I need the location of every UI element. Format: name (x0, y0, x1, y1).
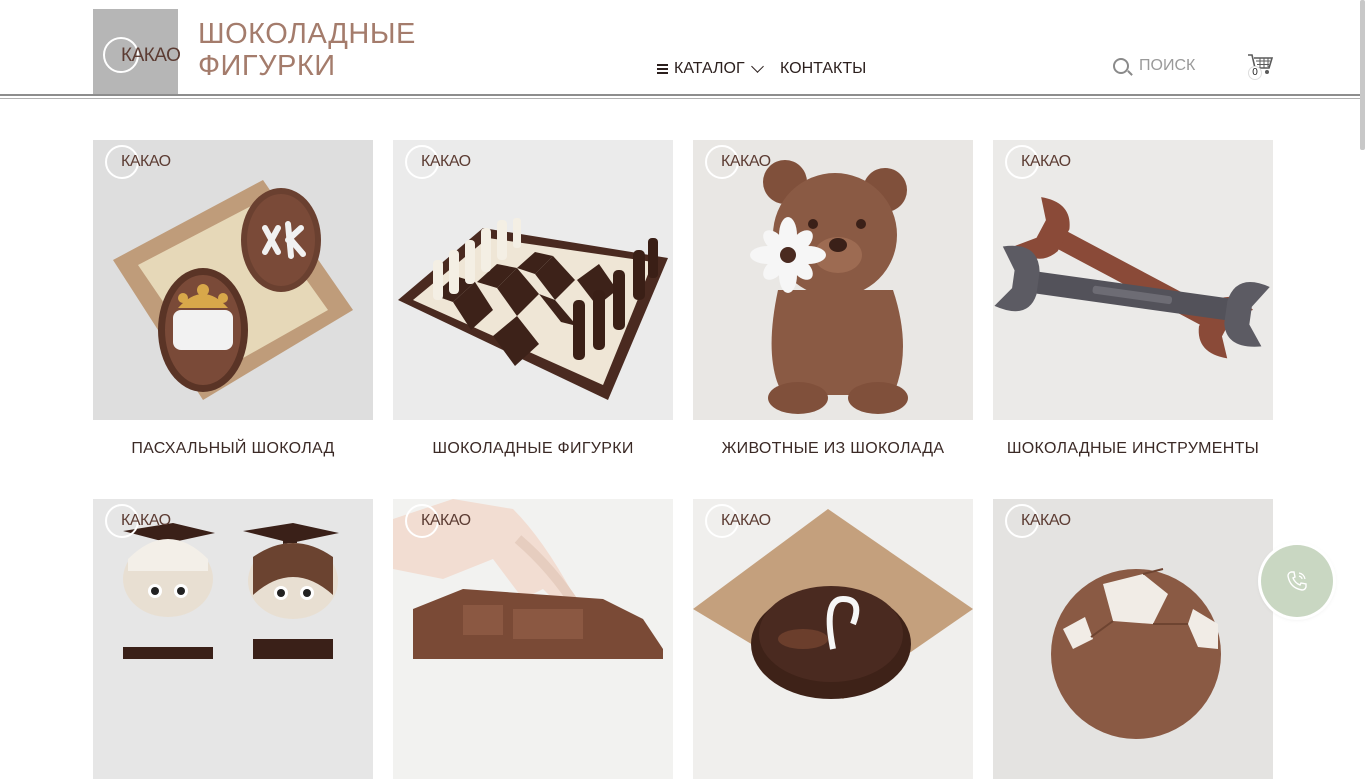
category-title[interactable]: ПАСХАЛЬНЫЙ ШОКОЛАД (93, 440, 373, 458)
category-image[interactable]: КАКАО (693, 499, 973, 779)
watermark-logo: КАКАО (405, 504, 475, 538)
brand-title-line1: ШОКОЛАДНЫЕ (198, 18, 416, 50)
search-box[interactable] (1113, 56, 1213, 78)
nav-contacts[interactable]: КОНТАКТЫ (780, 60, 866, 78)
site-header: КАКАО ШОКОЛАДНЫЕ ФИГУРКИ КАТАЛОГ КОНТАКТ… (0, 0, 1365, 100)
watermark-logo: КАКАО (1005, 504, 1075, 538)
nav-catalog[interactable]: КАТАЛОГ (657, 60, 764, 78)
category-title[interactable]: ШОКОЛАДНЫЕ ФИГУРКИ (393, 440, 673, 458)
phone-icon (1287, 571, 1307, 591)
watermark-logo: КАКАО (1005, 145, 1075, 179)
watermark-logo: КАКАО (105, 145, 175, 179)
cart-count-badge: 0 (1248, 66, 1262, 80)
watermark-logo: КАКАО (105, 504, 175, 538)
watermark-logo: КАКАО (705, 145, 775, 179)
nav-catalog-label: КАТАЛОГ (674, 60, 745, 77)
category-image[interactable]: КАКАО (393, 140, 673, 420)
category-image[interactable]: КАКАО (93, 499, 373, 779)
search-input[interactable] (1139, 56, 1209, 76)
scrollbar[interactable] (1360, 0, 1365, 150)
callback-button[interactable] (1261, 545, 1333, 617)
cart-button[interactable]: 0 (1246, 52, 1274, 80)
watermark-logo: КАКАО (705, 504, 775, 538)
logo[interactable]: КАКАО (93, 9, 181, 94)
category-image[interactable]: КАКАО (693, 140, 973, 420)
brand-title-line2: ФИГУРКИ (198, 50, 336, 82)
header-divider-thin (0, 98, 1365, 99)
watermark-logo: КАКАО (405, 145, 475, 179)
category-image[interactable]: КАКАО (993, 499, 1273, 779)
menu-icon (657, 64, 668, 74)
header-divider (0, 94, 1365, 96)
category-title[interactable]: ШОКОЛАДНЫЕ ИНСТРУМЕНТЫ (993, 440, 1273, 458)
category-image[interactable]: КАКАО (993, 140, 1273, 420)
brand-title[interactable]: ШОКОЛАДНЫЕ ФИГУРКИ (198, 18, 416, 82)
chevron-down-icon (750, 60, 764, 73)
search-icon[interactable] (1113, 58, 1129, 74)
category-image[interactable]: КАКАО (93, 140, 373, 420)
category-image[interactable]: КАКАО (393, 499, 673, 779)
logo-mark: КАКАО (103, 37, 181, 73)
category-title[interactable]: ЖИВОТНЫЕ ИЗ ШОКОЛАДА (693, 440, 973, 458)
